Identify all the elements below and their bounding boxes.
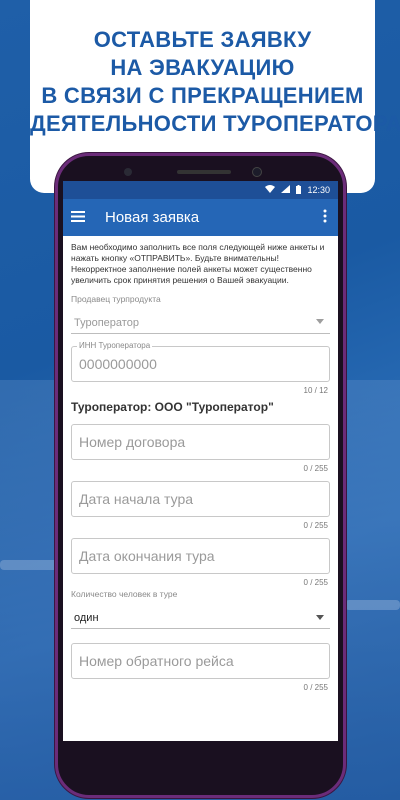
- headline-line: ДЕЯТЕЛЬНОСТИ ТУРОПЕРАТОРА: [30, 111, 400, 136]
- hamburger-menu-icon[interactable]: [71, 209, 91, 227]
- tour-end-placeholder: Дата окончания тура: [79, 548, 215, 564]
- status-time: 12:30: [307, 185, 330, 195]
- dropdown-arrow-icon: [316, 319, 324, 324]
- seller-value: Туроператор: [74, 316, 139, 329]
- tour-start-date-field[interactable]: Дата начала тура: [71, 481, 330, 517]
- contract-number-placeholder: Номер договора: [79, 434, 186, 450]
- tour-end-counter: 0 / 255: [303, 578, 328, 587]
- sensor-icon: [124, 168, 132, 176]
- tour-end-date-field[interactable]: Дата окончания тура: [71, 538, 330, 574]
- contract-counter: 0 / 255: [303, 464, 328, 473]
- background-decor: [345, 600, 400, 610]
- wifi-icon: [265, 185, 276, 195]
- app-bar-title: Новая заявка: [105, 209, 200, 226]
- return-flight-placeholder: Номер обратного рейса: [79, 653, 234, 669]
- form-content: Вам необходимо заполнить все поля следую…: [63, 236, 338, 692]
- seller-select[interactable]: Туроператор: [71, 312, 330, 334]
- headline-line: ОСТАВЬТЕ ЗАЯВКУ: [93, 27, 312, 52]
- seller-label: Продавец турпродукта: [71, 294, 161, 304]
- inn-value: 0000000000: [79, 356, 157, 372]
- app-bar: Новая заявка: [63, 199, 338, 236]
- more-options-icon[interactable]: [320, 209, 330, 226]
- battery-icon: [296, 184, 302, 196]
- inn-counter: 10 / 12: [303, 386, 328, 395]
- dropdown-arrow-icon: [316, 615, 324, 620]
- people-count-label: Количество человек в туре: [71, 589, 178, 599]
- return-flight-counter: 0 / 255: [303, 683, 328, 692]
- background-decor: [0, 560, 60, 570]
- operator-name: Туроператор: ООО "Туроператор": [71, 400, 274, 414]
- app-screen: 12:30 Новая заявка Вам необходимо заполн…: [63, 181, 338, 741]
- signal-icon: [281, 185, 291, 195]
- inn-label: ИНН Туроператора: [77, 341, 153, 350]
- tour-start-counter: 0 / 255: [303, 521, 328, 530]
- contract-number-field[interactable]: Номер договора: [71, 424, 330, 460]
- phone-frame: 12:30 Новая заявка Вам необходимо заполн…: [55, 153, 346, 798]
- status-bar: 12:30: [63, 181, 338, 199]
- speaker-grille: [177, 170, 231, 174]
- inn-field[interactable]: ИНН Туроператора 0000000000: [71, 341, 330, 382]
- people-count-select[interactable]: один: [71, 607, 330, 629]
- people-count-value: один: [74, 611, 99, 624]
- headline-line: В СВЯЗИ С ПРЕКРАЩЕНИЕМ: [41, 83, 364, 108]
- form-notice: Вам необходимо заполнить все поля следую…: [71, 242, 325, 285]
- headline-line: НА ЭВАКУАЦИЮ: [110, 55, 295, 80]
- tour-start-placeholder: Дата начала тура: [79, 491, 194, 507]
- front-camera-icon: [252, 167, 262, 177]
- return-flight-field[interactable]: Номер обратного рейса: [71, 643, 330, 679]
